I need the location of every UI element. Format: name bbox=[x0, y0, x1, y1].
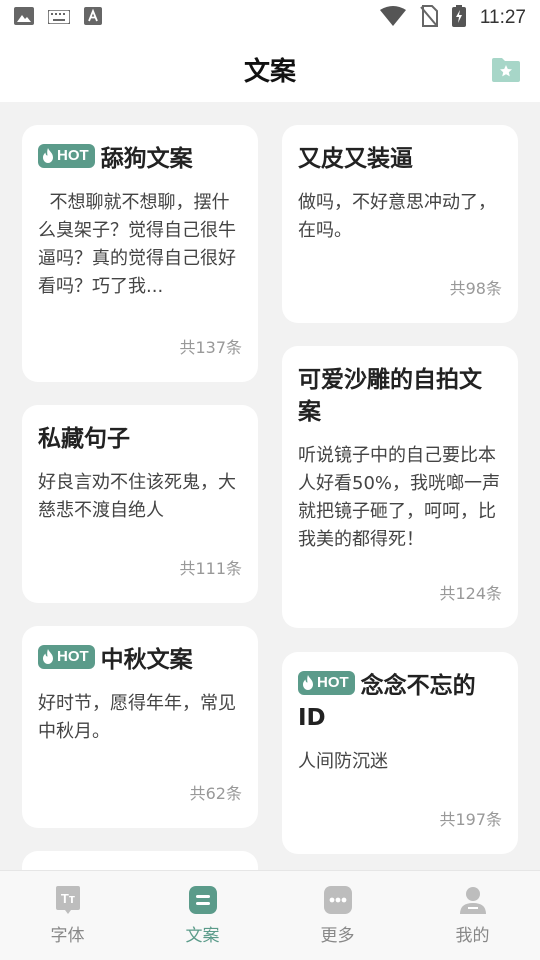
card-preview: 好良言劝不住该死鬼，大慈悲不渡自绝人 bbox=[38, 472, 236, 521]
hot-badge: HOT bbox=[298, 670, 355, 695]
more-icon bbox=[323, 885, 353, 915]
card-count: 共62条 bbox=[189, 784, 242, 803]
card-title: 中秋文案 bbox=[100, 647, 193, 673]
keyboard-icon bbox=[47, 8, 71, 28]
card-title: 又皮又装逼 bbox=[298, 146, 413, 172]
nav-label: 字体 bbox=[50, 926, 85, 946]
category-card[interactable]: HOT 中秋文案 好时节，愿得年年，常见中秋月。 共62条 bbox=[22, 626, 258, 828]
flame-icon bbox=[43, 148, 53, 163]
card-preview: 做吗，不好意思冲动了，在吗。 bbox=[298, 192, 496, 241]
font-icon: Tт bbox=[53, 885, 83, 915]
hot-badge: HOT bbox=[38, 644, 95, 669]
card-preview: 好时节，愿得年年，常见中秋月。 bbox=[38, 693, 236, 742]
no-sim-icon bbox=[420, 5, 438, 31]
nav-item-profile[interactable]: 我的 bbox=[405, 871, 540, 960]
nav-label: 更多 bbox=[320, 926, 355, 946]
card-preview: 听说镜子中的自己要比本人好看50%，我咣啷一声就把镜子砸了，呵呵，比我美的都得死… bbox=[298, 445, 501, 550]
favorites-folder-icon[interactable] bbox=[490, 56, 522, 84]
hot-label: HOT bbox=[317, 673, 349, 691]
nav-item-copywriting[interactable]: 文案 bbox=[135, 871, 270, 960]
nav-label: 我的 bbox=[455, 926, 490, 946]
category-card[interactable]: HOT 念念不忘的ID 人间防沉迷 共197条 bbox=[282, 652, 518, 854]
flame-icon bbox=[303, 675, 313, 690]
category-card[interactable]: HOT 舔狗文案 不想聊就不想聊，摆什么臭架子？觉得自己很牛逼吗？真的觉得自己很… bbox=[22, 125, 258, 382]
bottom-navigation: Tт 字体 文案 更多 我的 bbox=[0, 870, 540, 960]
wifi-icon bbox=[379, 6, 406, 30]
nav-label: 文案 bbox=[185, 926, 220, 946]
top-app-bar: 文案 bbox=[0, 36, 540, 102]
hot-label: HOT bbox=[57, 146, 89, 164]
battery-charging-icon bbox=[451, 5, 466, 31]
category-card-partial[interactable] bbox=[22, 851, 258, 870]
status-bar: 11:27 bbox=[0, 0, 540, 36]
nav-item-font[interactable]: Tт 字体 bbox=[0, 871, 135, 960]
card-count: 共111条 bbox=[179, 559, 242, 578]
card-title: 舔狗文案 bbox=[100, 146, 193, 172]
hot-label: HOT bbox=[57, 647, 89, 665]
category-card[interactable]: 又皮又装逼 做吗，不好意思冲动了，在吗。 共98条 bbox=[282, 125, 518, 323]
copywriting-icon bbox=[188, 885, 218, 915]
card-count: 共197条 bbox=[439, 810, 502, 829]
card-preview: 不想聊就不想聊，摆什么臭架子？觉得自己很牛逼吗？真的觉得自己很好看吗？巧了我..… bbox=[38, 192, 236, 297]
category-card[interactable]: 可爱沙雕的自拍文案 听说镜子中的自己要比本人好看50%，我咣啷一声就把镜子砸了，… bbox=[282, 346, 518, 628]
card-preview: 人间防沉迷 bbox=[298, 751, 388, 772]
font-a-icon bbox=[84, 7, 102, 29]
card-count: 共137条 bbox=[179, 338, 242, 357]
card-title: 私藏句子 bbox=[38, 426, 130, 452]
svg-text:Tт: Tт bbox=[60, 891, 74, 906]
image-icon bbox=[14, 7, 34, 29]
profile-icon bbox=[458, 885, 488, 915]
category-card[interactable]: 私藏句子 好良言劝不住该死鬼，大慈悲不渡自绝人 共111条 bbox=[22, 405, 258, 603]
flame-icon bbox=[43, 649, 53, 664]
card-count: 共124条 bbox=[439, 584, 502, 603]
nav-item-more[interactable]: 更多 bbox=[270, 871, 405, 960]
hot-badge: HOT bbox=[38, 143, 95, 168]
page-title: 文案 bbox=[243, 56, 296, 87]
status-time: 11:27 bbox=[479, 7, 526, 28]
card-count: 共98条 bbox=[449, 279, 502, 298]
copywriting-grid: HOT 舔狗文案 不想聊就不想聊，摆什么臭架子？觉得自己很牛逼吗？真的觉得自己很… bbox=[0, 102, 540, 870]
card-title: 可爱沙雕的自拍文案 bbox=[298, 367, 482, 425]
